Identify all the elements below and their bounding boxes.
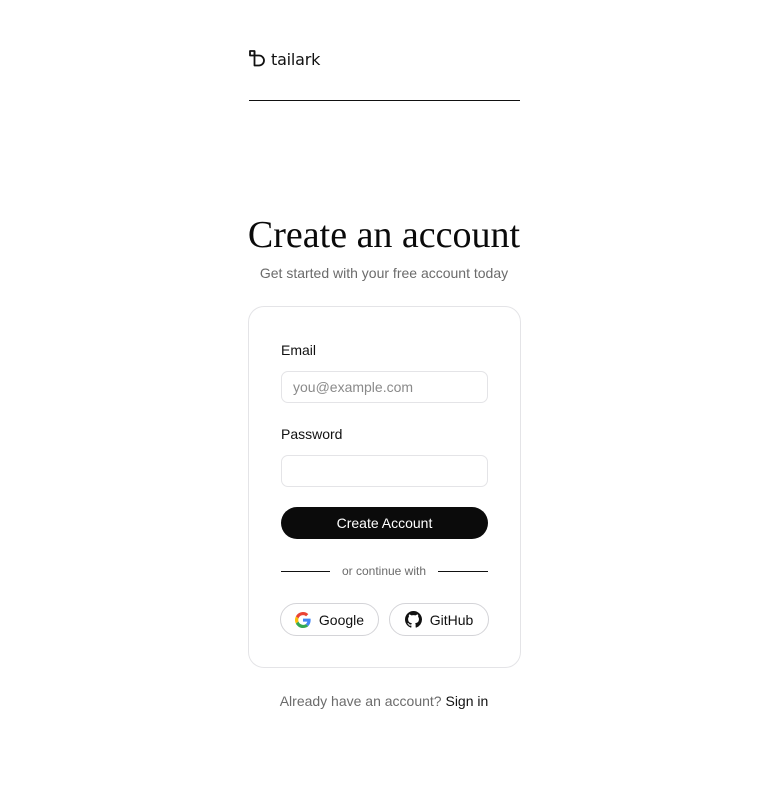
google-icon: [294, 611, 311, 628]
divider-line-left: [281, 570, 330, 572]
email-field[interactable]: [281, 371, 488, 403]
signin-prompt: Already have an account? Sign in: [0, 692, 768, 710]
signin-prompt-text: Already have an account?: [279, 693, 442, 709]
social-divider: or continue with: [281, 564, 488, 578]
divider-text: or continue with: [341, 564, 427, 578]
create-account-button[interactable]: Create Account: [281, 507, 488, 539]
google-label: Google: [318, 611, 365, 628]
brand-name: tailark: [271, 49, 321, 69]
github-label: GitHub: [429, 611, 474, 628]
brand-logo[interactable]: tailark: [248, 49, 320, 69]
header-divider: [249, 100, 520, 101]
tailark-logo-icon: [249, 50, 265, 67]
github-signin-button[interactable]: GitHub: [389, 603, 489, 636]
divider-line-right: [438, 570, 488, 572]
password-field[interactable]: [281, 455, 488, 487]
page-title: Create an account: [247, 214, 521, 256]
page-subtitle: Get started with your free account today: [259, 265, 509, 281]
github-icon: [404, 611, 422, 628]
signin-link[interactable]: Sign in: [445, 693, 488, 709]
google-signin-button[interactable]: Google: [280, 603, 379, 636]
password-label: Password: [281, 426, 343, 442]
email-label: Email: [281, 342, 317, 358]
signup-card: Email Password Create Account or continu…: [248, 306, 521, 668]
